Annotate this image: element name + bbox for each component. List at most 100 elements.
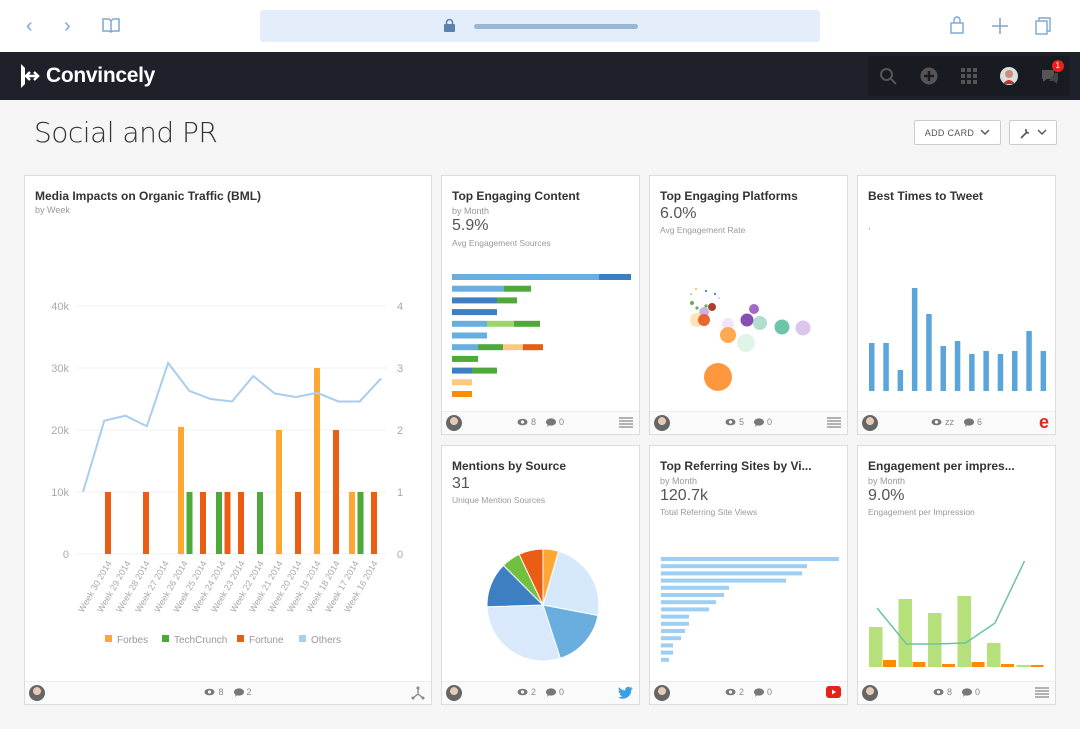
bar-forbes [349,492,355,554]
lock-share-icon[interactable] [950,16,964,34]
add-circle-icon[interactable] [919,66,939,86]
list-icon[interactable] [827,416,841,428]
eye-icon [204,688,215,696]
bubble [749,304,759,314]
y-left-tick-label: 40k [51,301,69,313]
bar-techcrunch [216,492,222,554]
legend-label-fortune: Fortune [249,635,284,646]
views-count: zz [931,417,954,427]
back-icon[interactable]: ‹ [26,14,33,38]
bar [661,585,729,590]
eye-icon [517,418,528,426]
tabs-icon[interactable] [1035,17,1052,35]
bar [940,346,946,391]
bubble [690,293,692,295]
bar-green [1016,665,1030,667]
e-brand-icon[interactable]: e [1039,412,1049,432]
bookmarks-icon[interactable] [102,17,120,33]
views-count: 5 [725,417,744,427]
bar-green [928,613,942,667]
bar-segment [452,344,478,351]
views-count: 8 [517,417,536,427]
bar [661,578,786,583]
bubble [753,316,767,330]
bar-segment [503,344,523,351]
legend-label-forbes: Forbes [117,635,148,646]
list-icon[interactable] [1035,686,1049,698]
legend-label-techcrunch: TechCrunch [174,635,227,646]
card-top-referring-sites[interactable]: Top Referring Sites by Vi... by Month 12… [649,445,848,705]
address-bar[interactable] [260,10,820,42]
legend-label-others: Others [311,635,341,646]
card-top-engaging-content[interactable]: Top Engaging Content by Month 5.9% Avg E… [441,175,640,435]
search-icon[interactable] [878,66,898,86]
add-card-button[interactable]: ADD CARD [914,120,1001,145]
card-top-engaging-platforms[interactable]: Top Engaging Platforms 6.0% Avg Engageme… [649,175,848,435]
media-impacts-chart: 0 010k 120k 230k 340k 4Week 30 2014Week 29 20… [51,301,403,646]
apps-grid-icon[interactable] [959,66,979,86]
comments-count: 0 [962,687,980,697]
card-mentions-by-source[interactable]: Mentions by Source 31 Unique Mention Sou… [441,445,640,705]
bar [661,564,807,569]
twitter-icon[interactable] [618,686,633,699]
y-left-tick-label: 20k [51,425,69,437]
bubble [695,288,697,290]
bar-segment [452,309,497,316]
lock-icon [444,19,455,32]
bubble [718,297,720,299]
referring-sites-chart [661,557,839,662]
list-icon[interactable] [619,416,633,428]
comment-icon [963,417,974,427]
forward-icon[interactable]: › [64,14,71,38]
legend-swatch-fortune [237,635,244,642]
nav-actions: 1 [868,56,1070,96]
bubble [795,320,811,336]
comments-count: 0 [754,687,772,697]
chat-icon[interactable]: 1 [1040,60,1064,86]
bar [661,650,673,655]
card-media-impacts[interactable]: Media Impacts on Organic Traffic (BML) b… [24,175,432,705]
user-avatar[interactable] [999,66,1019,86]
share-network-icon[interactable] [411,686,425,700]
bar [661,593,724,597]
card-footer: zz 6 e [858,411,1055,434]
bar-orange [971,662,985,667]
bar [661,629,685,633]
bar-segment [452,274,599,280]
card-engagement-per-impression[interactable]: Engagement per impres... by Month 9.0% E… [857,445,1056,705]
chevron-down-icon [980,129,990,135]
y-left-tick-label: 0 [63,549,69,561]
add-card-label: ADD CARD [924,127,975,138]
bar-green [898,599,912,667]
bar-fortune [143,492,149,554]
comment-icon [754,417,764,427]
bar-segment [523,344,543,351]
settings-dropdown-button[interactable] [1009,120,1057,145]
comment-icon [754,687,764,697]
legend-swatch-forbes [105,635,112,642]
brand-logo[interactable]: Convincely [18,63,155,89]
bar [661,607,709,612]
y-left-tick-label: 30k [51,363,69,375]
bar [1040,351,1047,391]
card-footer: 50 [650,411,847,434]
bar-fortune [224,492,231,554]
bar-techcrunch [357,492,364,554]
bar-fortune [333,430,339,554]
bubble [740,313,754,327]
new-tab-icon[interactable] [991,17,1009,35]
legend-swatch-techcrunch [162,635,169,642]
bar-segment [452,391,472,397]
bar [661,600,716,605]
y-right-tick-label: 3 [397,363,403,375]
bubble [737,334,755,352]
browser-toolbar: ‹ › [0,0,1080,52]
tick-mark [869,228,870,230]
bar-green [869,627,883,667]
card-best-times-to-tweet[interactable]: Best Times to Tweet zz 6 e [857,175,1056,435]
eye-icon [517,688,528,696]
card-footer: 20 [650,681,847,704]
bar-orange [883,660,896,667]
youtube-icon[interactable] [826,686,841,698]
bar-segment [514,320,540,327]
